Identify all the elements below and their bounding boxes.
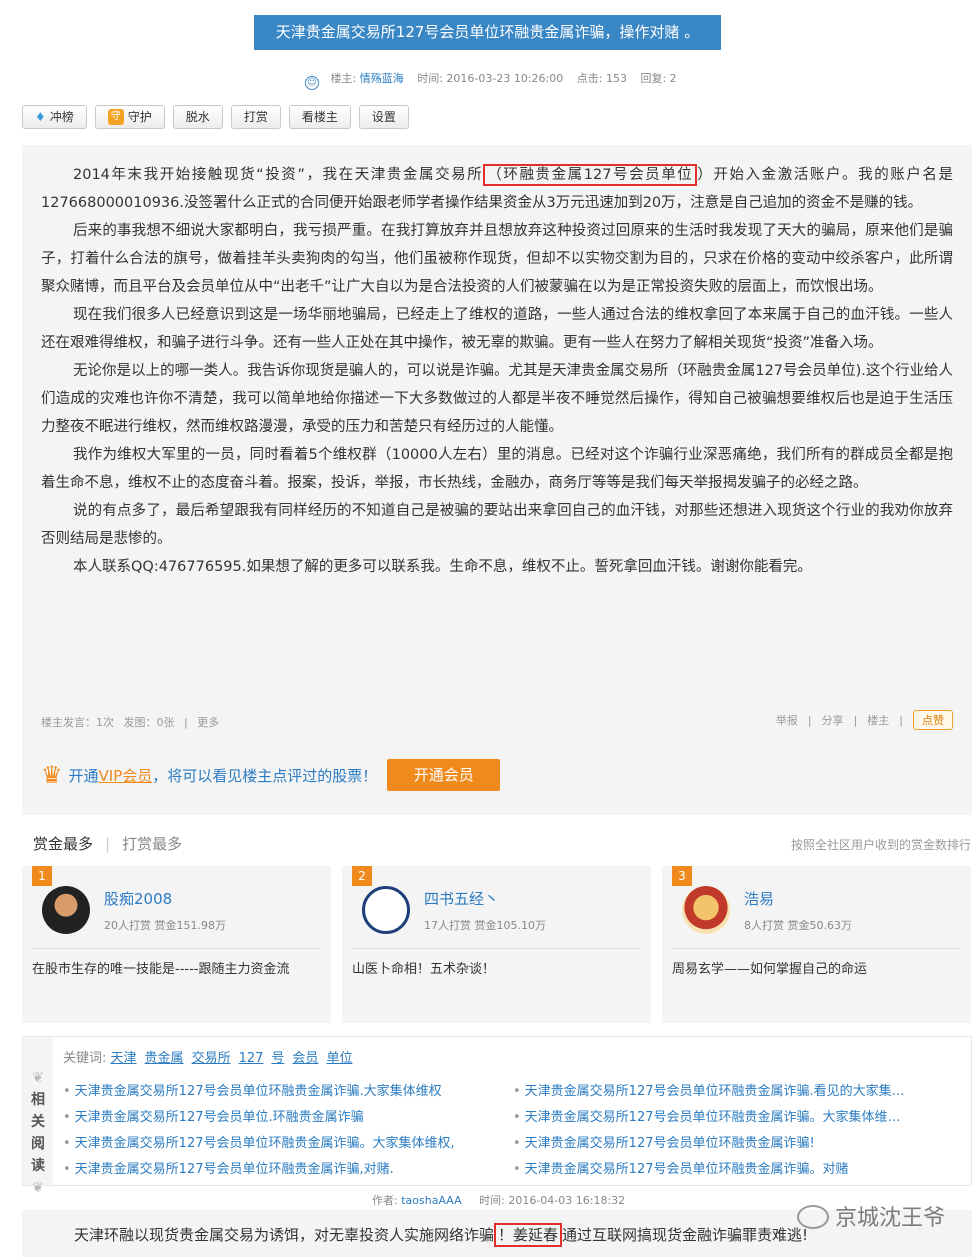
tab-most-reward[interactable]: 赏金最多	[33, 835, 93, 853]
avatar[interactable]	[362, 886, 410, 934]
vip-link[interactable]: VIP会员	[99, 767, 153, 785]
like-button[interactable]: 点赞	[913, 710, 953, 730]
user-name[interactable]: 股痴2008	[104, 888, 172, 909]
settings-button[interactable]: 设置	[358, 105, 409, 129]
reward-stats: 8人打赏 赏金50.63万	[744, 919, 852, 932]
post-count: 楼主发言：1次	[41, 716, 114, 729]
diamond-icon: ♦	[35, 110, 46, 124]
reward-stats: 20人打赏 赏金151.98万	[104, 919, 226, 932]
card-description[interactable]: 山医卜命相！五术杂谈！	[352, 958, 495, 977]
post-paragraph: 我作为维权大军里的一员，同时看着5个维权群（10000人左右）里的消息。已经对这…	[41, 447, 953, 491]
related-link[interactable]: • 天津贵金属交易所127号会员单位环融贵金属诈骗!	[513, 1131, 933, 1157]
post-footer: 楼主发言：1次 发图：0张 | 更多 举报 | 分享 | 楼主 | 点赞	[41, 710, 953, 730]
open-vip-button[interactable]: 开通会员	[387, 759, 501, 791]
reward-tabs: 赏金最多 | 打赏最多	[33, 835, 183, 853]
avatar[interactable]	[42, 886, 90, 934]
tab-most-tips[interactable]: 打赏最多	[122, 835, 182, 853]
reward-card[interactable]: 1 股痴2008 20人打赏 赏金151.98万 在股市生存的唯一技能是----…	[22, 866, 331, 1023]
view-op-button[interactable]: 看楼主	[288, 105, 351, 129]
reward-card[interactable]: 2 四书五经丶 17人打赏 赏金105.10万 山医卜命相！五术杂谈！	[342, 866, 651, 1023]
related-label: ❦ 相 关 阅 读 ❦	[23, 1037, 53, 1196]
keyword-link[interactable]: 贵金属	[145, 1051, 184, 1066]
report-link[interactable]: 举报	[776, 712, 798, 728]
post-paragraph: 2014年末我开始接触现货“投资”，我在天津贵金属交易所 （环融贵金属127号会员…	[41, 161, 953, 217]
click-count: 点击: 153	[576, 72, 627, 85]
related-link[interactable]: • 天津贵金属交易所127号会员单位.环融贵金属诈骗	[63, 1105, 483, 1131]
keyword-link[interactable]: 127	[239, 1051, 264, 1066]
reply-time: 时间: 2016-04-03 16:18:32	[479, 1194, 626, 1207]
post-content: 2014年末我开始接触现货“投资”，我在天津贵金属交易所 （环融贵金属127号会员…	[22, 145, 972, 815]
rank-badge: 1	[32, 866, 52, 886]
guard-icon: 守	[107, 109, 124, 125]
page-title: 天津贵金属交易所127号会员单位环融贵金属诈骗，操作对赌 。	[254, 15, 721, 50]
highlight-box: （环融贵金属127号会员单位	[483, 164, 698, 186]
related-reading: ❦ 相 关 阅 读 ❦ 关键词: 天津 贵金属 交易所 127 号会员 单位 • 天津贵金属…	[22, 1036, 972, 1196]
post-paragraph: 现在我们很多人已经意识到这是一场华丽地骗局，已经走上了维权的道路，一些人通过合法…	[41, 307, 953, 351]
dehydrate-button[interactable]: 脱水	[172, 105, 223, 129]
post-toolbar: ♦ 冲榜 守守护 脱水 打赏 看楼主 设置	[22, 105, 409, 129]
reply-meta: 作者: taoshaAAA 时间: 2016-04-03 16:18:32	[372, 1194, 626, 1207]
reply-count: 回复: 2	[640, 72, 677, 85]
keywords: 关键词: 天津 贵金属 交易所 127 号会员 单位	[63, 1051, 353, 1066]
related-link[interactable]: • 天津贵金属交易所127号会员单位环融贵金属诈骗。对赌	[513, 1157, 933, 1183]
more-link[interactable]: 更多	[197, 716, 219, 729]
rank-button[interactable]: ♦ 冲榜	[22, 105, 87, 129]
crown-icon: ♛	[41, 761, 63, 789]
wechat-icon	[796, 1205, 829, 1229]
keyword-link[interactable]: 天津	[111, 1051, 137, 1066]
post-time: 时间: 2016-03-23 10:26:00	[417, 72, 564, 85]
author-link[interactable]: 情殇蓝海	[360, 72, 404, 85]
rank-badge: 2	[352, 866, 372, 886]
related-link[interactable]: • 天津贵金属交易所127号会员单位环融贵金属诈骗。大家集体维权,	[63, 1131, 483, 1157]
smile-icon: ☺	[305, 76, 319, 90]
post-paragraph: 后来的事我想不细说大家都明白，我亏损严重。在我打算放弃并且想放弃这种投资过回原来…	[41, 223, 953, 295]
related-link[interactable]: • 天津贵金属交易所127号会员单位环融贵金属诈骗.看见的大家集…	[513, 1079, 933, 1105]
landlord-link[interactable]: 楼主	[867, 712, 889, 728]
post-meta: ☺ 楼主: 情殇蓝海 时间: 2016-03-23 10:26:00 点击: 1…	[305, 70, 677, 90]
rank-badge: 3	[672, 866, 692, 886]
author-label: 楼主:	[330, 72, 357, 85]
reward-stats: 17人打赏 赏金105.10万	[424, 919, 546, 932]
tip-button[interactable]: 打赏	[230, 105, 281, 129]
keyword-link[interactable]: 会员	[292, 1051, 318, 1066]
avatar[interactable]	[682, 886, 730, 934]
related-link[interactable]: • 天津贵金属交易所127号会员单位环融贵金属诈骗.大家集体维权	[63, 1079, 483, 1105]
keyword-link[interactable]: 单位	[326, 1051, 352, 1066]
reward-card[interactable]: 3 浩易 8人打赏 赏金50.63万 周易玄学——如何掌握自己的命运	[662, 866, 971, 1023]
image-count: 发图：0张	[123, 716, 175, 729]
share-link[interactable]: 分享	[822, 712, 844, 728]
related-link[interactable]: • 天津贵金属交易所127号会员单位环融贵金属诈骗,对赌.	[63, 1157, 483, 1183]
guard-button[interactable]: 守守护	[94, 105, 165, 129]
reply-author-link[interactable]: taoshaAAA	[401, 1194, 461, 1207]
post-paragraph: 本人联系QQ:476776595.如果想了解的更多可以联系我。生命不息，维权不止…	[73, 559, 812, 575]
post-paragraph: 说的有点多了，最后希望跟我有同样经历的不知道自己是被骗的要站出来拿回自己的血汗钱…	[41, 503, 953, 547]
related-link[interactable]: • 天津贵金属交易所127号会员单位环融贵金属诈骗。大家集体维…	[513, 1105, 933, 1131]
card-description[interactable]: 周易玄学——如何掌握自己的命运	[672, 958, 867, 977]
user-name[interactable]: 浩易	[744, 888, 774, 909]
post-paragraph: 无论你是以上的哪一类人。我告诉你现货是骗人的，可以说是诈骗。尤其是天津贵金属交易…	[41, 363, 953, 435]
card-description[interactable]: 在股市生存的唯一技能是-----跟随主力资金流	[32, 958, 289, 977]
watermark: 京城沈王爷	[796, 1200, 945, 1232]
vip-promo: ♛ 开通VIP会员，将可以看见楼主点评过的股票！ 开通会员	[41, 759, 501, 791]
user-name[interactable]: 四书五经丶	[424, 888, 499, 909]
keyword-link[interactable]: 号	[271, 1051, 284, 1066]
reward-note: 按照全社区用户收到的赏金数排行	[790, 838, 971, 852]
highlight-box: ！姜延春	[494, 1223, 563, 1247]
keyword-link[interactable]: 交易所	[192, 1051, 231, 1066]
